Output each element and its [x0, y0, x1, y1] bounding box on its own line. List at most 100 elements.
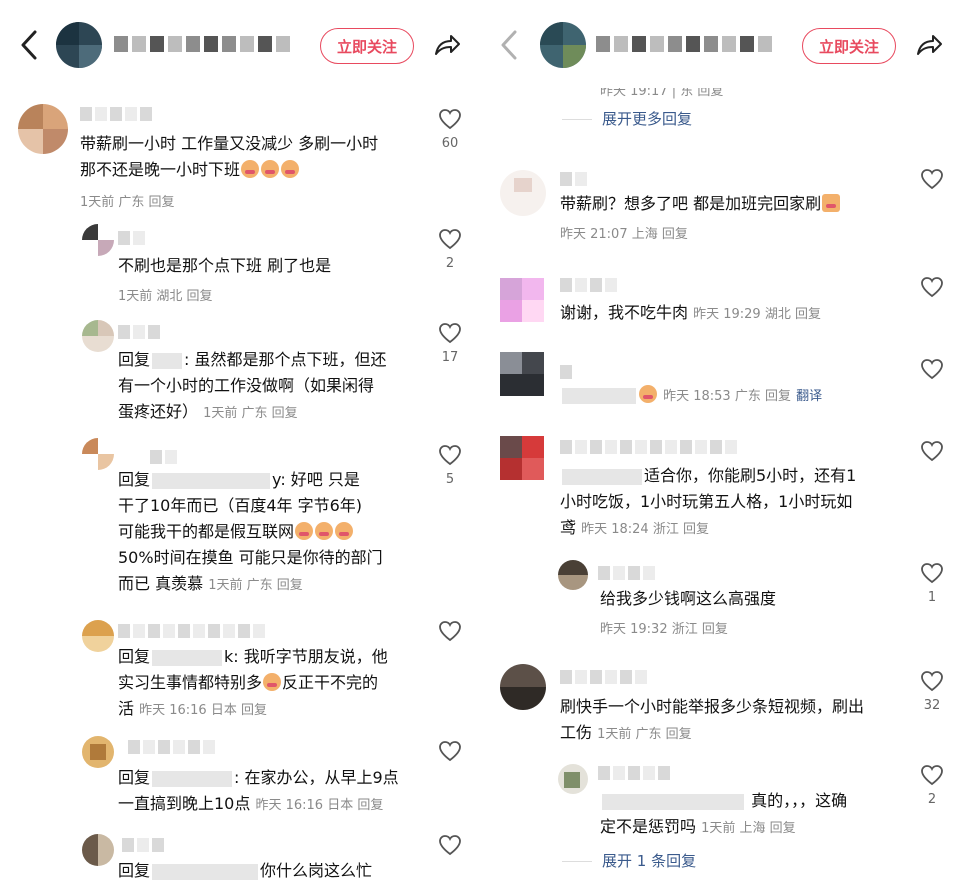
heart-outline-icon [439, 741, 461, 762]
like-button[interactable]: 2 [437, 228, 463, 271]
comment-text: 刷快手一个小时能举报多少条短视频，刷出 工伤 1天前 广东 回复 [560, 697, 865, 742]
heart-outline-icon [921, 169, 943, 190]
follow-button[interactable]: 立即关注 [320, 28, 414, 64]
commenter-name-blurred [598, 566, 655, 580]
like-count: 1 [927, 590, 937, 605]
heart-outline-icon [439, 445, 461, 466]
mention-blurred [152, 649, 223, 666]
heart-outline-icon [439, 229, 461, 250]
laughing-emoji-icon [335, 522, 354, 540]
commenter-name-blurred [118, 231, 145, 245]
comment-text: 谢谢，我不吃牛肉 昨天 19:29 湖北 回复 [560, 303, 821, 322]
comment-text: 适合你，你能刷5小时，还有1 小时吃饭，1小时玩第五人格，1小时玩如 鸢 昨天 … [560, 466, 857, 537]
like-button[interactable] [919, 168, 945, 190]
author-avatar[interactable] [56, 22, 102, 68]
face-emoji-icon [822, 194, 841, 212]
comment-text: 回复 你什么岗这么忙 [118, 861, 373, 880]
commenter-avatar[interactable] [500, 278, 544, 322]
commenter-name-blurred [122, 838, 164, 852]
like-button[interactable]: 2 [919, 764, 945, 807]
comment-meta[interactable]: 1天前 广东 回复 [203, 406, 298, 421]
commenter-name-blurred [560, 670, 647, 684]
like-button[interactable]: 1 [919, 562, 945, 605]
comment-meta[interactable]: 昨天 18:24 浙江 回复 [581, 522, 709, 537]
back-chevron-icon[interactable] [498, 28, 522, 62]
like-count: 32 [923, 698, 941, 713]
like-count: 2 [445, 256, 455, 271]
comment-meta[interactable]: 1天前 广东 回复 [597, 727, 692, 742]
comment-meta[interactable]: 1天前 广东 回复 [208, 578, 303, 593]
commenter-avatar[interactable] [500, 664, 546, 710]
share-arrow-icon[interactable] [914, 30, 944, 60]
like-button[interactable] [919, 358, 945, 380]
commenter-avatar[interactable] [18, 104, 68, 154]
heart-outline-icon [921, 765, 943, 786]
commenter-avatar[interactable] [558, 560, 588, 590]
mention-blurred [152, 352, 183, 369]
commenter-name-blurred [560, 365, 572, 379]
comment-meta[interactable]: 1天前 湖北 回复 [118, 285, 213, 304]
commenter-name-blurred [560, 278, 617, 292]
expand-more-replies[interactable]: 展开更多回复 [562, 108, 692, 129]
like-button[interactable]: 5 [437, 444, 463, 487]
laughing-emoji-icon [241, 160, 260, 178]
comment-text: 回复: 在家办公，从早上9点 一直搞到晚上10点 昨天 16:16 日本 回复 [118, 768, 399, 813]
comment-text: 不刷也是那个点下班 刷了也是 [118, 256, 332, 275]
commenter-avatar[interactable] [500, 436, 544, 480]
heart-outline-icon [921, 563, 943, 584]
laughing-emoji-icon [639, 385, 657, 403]
like-count: 17 [441, 350, 459, 365]
comment-text: 真的，，，这确 定不是惩罚吗 1天前 上海 回复 [600, 791, 848, 836]
comment-meta[interactable]: 昨天 16:16 日本 回复 [255, 798, 383, 813]
like-button[interactable]: 60 [437, 108, 463, 151]
comment-meta[interactable]: 昨天 18:53 广东 回复 [663, 389, 791, 404]
commenter-name-blurred [598, 766, 670, 780]
like-button[interactable] [437, 740, 463, 762]
mention-blurred [152, 472, 271, 489]
comment-meta[interactable]: 昨天 21:07 上海 回复 [560, 223, 688, 242]
commenter-name-blurred [150, 450, 177, 464]
commenter-name-blurred [118, 325, 160, 339]
laughing-emoji-icon [261, 160, 280, 178]
commenter-avatar[interactable] [500, 352, 544, 396]
like-button[interactable]: 17 [437, 322, 463, 365]
commenter-name-blurred [128, 740, 215, 754]
commenter-name-blurred [118, 624, 265, 638]
back-chevron-icon[interactable] [18, 28, 42, 62]
laughing-emoji-icon [315, 522, 334, 540]
commenter-avatar[interactable] [500, 170, 546, 216]
comment-meta[interactable]: 1天前 上海 回复 [701, 821, 796, 836]
commenter-avatar[interactable] [82, 736, 114, 768]
left-comment-panel: 立即关注 带薪刷一小时 工作量又没减少 多刷一小时 那不还是晚一小时下班 1天前… [0, 0, 480, 887]
comment-meta[interactable]: 1天前 广东 回复 [80, 191, 175, 210]
translate-link[interactable]: 翻译 [796, 389, 822, 404]
comment-text: 回复 y: 好吧 只是 干了10年而已（百度4年 字节6年) 可能我干的都是假互联… [118, 470, 383, 593]
heart-outline-icon [439, 621, 461, 642]
like-button[interactable] [919, 276, 945, 298]
commenter-avatar[interactable] [82, 438, 114, 470]
expand-one-reply[interactable]: 展开 1 条回复 [562, 850, 696, 871]
commenter-avatar[interactable] [558, 764, 588, 794]
author-avatar[interactable] [540, 22, 586, 68]
comment-meta[interactable]: 昨天 16:16 日本 回复 [139, 703, 267, 718]
follow-button[interactable]: 立即关注 [802, 28, 896, 64]
like-button[interactable] [437, 834, 463, 856]
mention-blurred [152, 863, 259, 880]
commenter-avatar[interactable] [82, 620, 114, 652]
commenter-avatar[interactable] [82, 320, 114, 352]
commenter-avatar[interactable] [82, 834, 114, 866]
like-button[interactable]: 32 [919, 670, 945, 713]
comment-meta[interactable]: 昨天 19:32 浙江 回复 [600, 618, 728, 637]
author-name-blurred [596, 36, 772, 52]
heart-outline-icon [921, 277, 943, 298]
commenter-name-blurred [560, 440, 737, 454]
top-bar: 立即关注 [480, 0, 960, 88]
mention-blurred [602, 793, 744, 810]
comment-meta[interactable]: 昨天 19:29 湖北 回复 [693, 307, 821, 322]
laughing-emoji-icon [281, 160, 300, 178]
like-button[interactable] [437, 620, 463, 642]
heart-outline-icon [439, 323, 461, 344]
like-button[interactable] [919, 440, 945, 462]
commenter-avatar[interactable] [82, 224, 114, 256]
share-arrow-icon[interactable] [432, 30, 462, 60]
